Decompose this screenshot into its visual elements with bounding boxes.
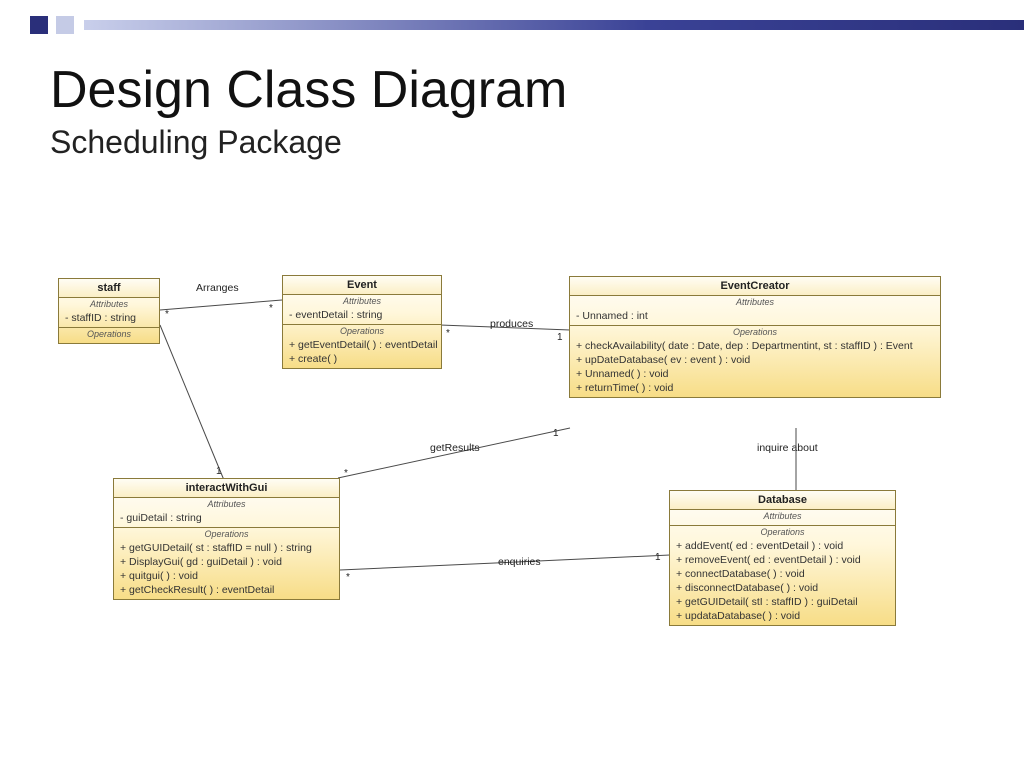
operations-label: Operations — [670, 526, 895, 539]
attribute: - guiDetail : string — [114, 511, 339, 525]
attributes-label: Attributes — [114, 498, 339, 511]
operation: + removeEvent( ed : eventDetail ) : void — [670, 553, 895, 567]
class-name: interactWithGui — [114, 479, 339, 498]
mult-arranges-event: * — [269, 303, 273, 314]
class-interact-with-gui: interactWithGui Attributes - guiDetail :… — [113, 478, 340, 600]
mult-staff-to-gui: 1 — [216, 466, 222, 477]
operation: + quitgui( ) : void — [114, 569, 339, 583]
attributes-label: Attributes — [283, 295, 441, 308]
class-name: Event — [283, 276, 441, 295]
operations-label: Operations — [59, 328, 159, 341]
mult-getresults-creator: 1 — [553, 428, 559, 439]
mult-produces-creator: 1 — [557, 332, 563, 343]
operation: + getCheckResult( ) : eventDetail — [114, 583, 339, 597]
attribute: - eventDetail : string — [283, 308, 441, 322]
operations-label: Operations — [283, 325, 441, 338]
operations-label: Operations — [114, 528, 339, 541]
diagram-canvas: staff Attributes - staffID : string Oper… — [0, 0, 1024, 768]
operations-label: Operations — [570, 326, 940, 339]
mult-arranges-staff: * — [165, 309, 169, 320]
class-event-creator: EventCreator Attributes - Unnamed : int … — [569, 276, 941, 398]
class-staff: staff Attributes - staffID : string Oper… — [58, 278, 160, 344]
assoc-label-get-results: getResults — [430, 442, 480, 454]
attribute: - Unnamed : int — [570, 309, 940, 323]
operation: + getEventDetail( ) : eventDetail — [283, 338, 441, 352]
operation: + disconnectDatabase( ) : void — [670, 581, 895, 595]
assoc-label-produces: produces — [490, 318, 533, 330]
attributes-label: Attributes — [670, 510, 895, 523]
operation: + create( ) — [283, 352, 441, 366]
operation: + getGUIDetail( st : staffID = null ) : … — [114, 541, 339, 555]
operation: + updataDatabase( ) : void — [670, 609, 895, 623]
attributes-label: Attributes — [570, 296, 940, 309]
operation: + connectDatabase( ) : void — [670, 567, 895, 581]
class-name: staff — [59, 279, 159, 298]
assoc-label-enquiries: enquiries — [498, 556, 541, 568]
operation: + checkAvailability( date : Date, dep : … — [570, 339, 940, 353]
mult-getresults-gui: * — [344, 468, 348, 479]
mult-enquiries-gui: * — [346, 572, 350, 583]
assoc-label-inquire-about: inquire about — [757, 442, 818, 454]
assoc-label-arranges: Arranges — [196, 282, 239, 294]
operation: + DisplayGui( gd : guiDetail ) : void — [114, 555, 339, 569]
attributes-label: Attributes — [59, 298, 159, 311]
mult-produces-event: * — [446, 328, 450, 339]
class-name: Database — [670, 491, 895, 510]
operation: + Unnamed( ) : void — [570, 367, 940, 381]
class-event: Event Attributes - eventDetail : string … — [282, 275, 442, 369]
operation: + getGUIDetail( stI : staffID ) : guiDet… — [670, 595, 895, 609]
operation: + addEvent( ed : eventDetail ) : void — [670, 539, 895, 553]
mult-enquiries-db: 1 — [655, 552, 661, 563]
operation: + returnTime( ) : void — [570, 381, 940, 395]
class-name: EventCreator — [570, 277, 940, 296]
class-database: Database Attributes Operations + addEven… — [669, 490, 896, 626]
operation: + upDateDatabase( ev : event ) : void — [570, 353, 940, 367]
attribute: - staffID : string — [59, 311, 159, 325]
